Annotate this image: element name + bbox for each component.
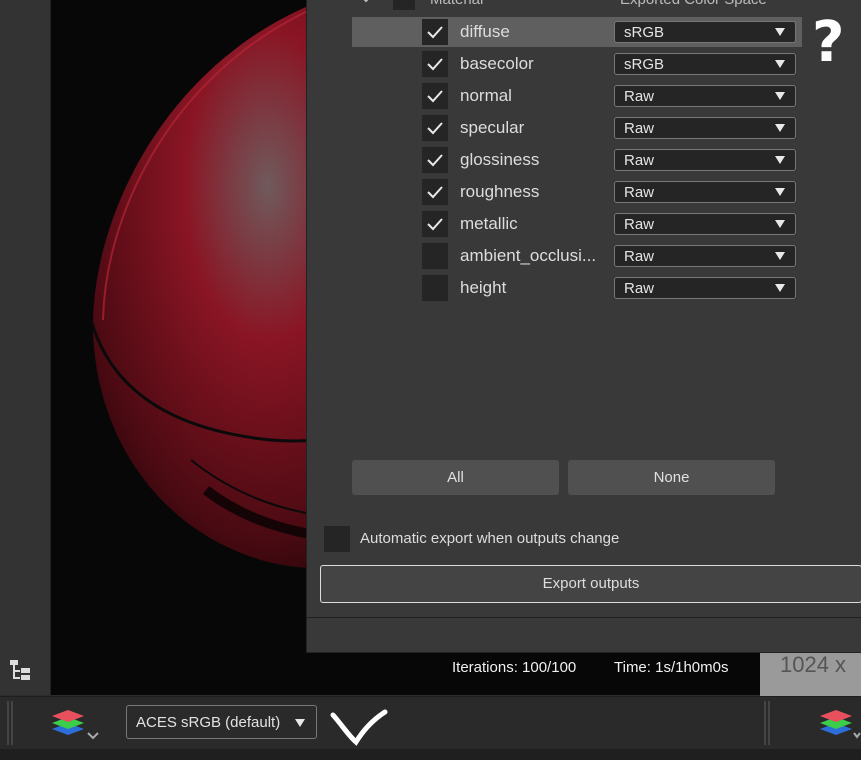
material-row[interactable]: basecolor sRGB	[352, 49, 802, 79]
checkmark-annotation	[330, 709, 388, 746]
color-space-dropdown-value: Raw	[624, 280, 655, 297]
color-space-dropdown[interactable]: sRGB	[614, 21, 796, 43]
color-space-dropdown-value: sRGB	[624, 56, 665, 73]
color-space-dropdown[interactable]: Raw	[614, 213, 796, 235]
output-label: metallic	[460, 214, 518, 233]
color-space-dropdown-value: sRGB	[624, 24, 665, 41]
check-icon	[427, 90, 443, 103]
output-checkbox[interactable]	[422, 83, 448, 109]
color-space-dropdown-value: Raw	[624, 152, 655, 169]
bottom-toolbar: ACES sRGB (default)	[0, 696, 861, 749]
color-space-dropdown-value: Raw	[624, 216, 655, 233]
color-space-dropdown-value: Raw	[624, 120, 655, 137]
output-checkbox[interactable]	[422, 51, 448, 77]
chevron-down-icon	[775, 284, 785, 292]
chevron-down-icon	[295, 719, 305, 727]
color-space-dropdown[interactable]: Raw	[614, 85, 796, 107]
material-row[interactable]: glossiness Raw	[352, 145, 802, 175]
layers-icon-right[interactable]	[816, 705, 861, 743]
color-space-dropdown[interactable]: Raw	[614, 245, 796, 267]
output-checkbox[interactable]	[422, 147, 448, 173]
check-icon	[427, 218, 443, 231]
color-space-dropdown[interactable]: Raw	[614, 117, 796, 139]
resolution-panel: 1024 x	[760, 650, 861, 696]
dialog-divider	[307, 617, 861, 618]
output-checkbox[interactable]	[422, 115, 448, 141]
chevron-down-icon	[775, 28, 785, 36]
material-checkbox[interactable]	[393, 0, 415, 10]
check-icon	[427, 58, 443, 71]
chevron-down-icon	[775, 92, 785, 100]
chevron-down-icon	[775, 156, 785, 164]
output-label: glossiness	[460, 150, 540, 169]
output-label: roughness	[460, 182, 540, 201]
chevron-down-icon	[775, 252, 785, 260]
output-checkbox[interactable]	[422, 179, 448, 205]
color-space-select[interactable]: ACES sRGB (default)	[126, 705, 317, 739]
material-row[interactable]: specular Raw	[352, 113, 802, 143]
chevron-down-icon	[775, 220, 785, 228]
material-row[interactable]: metallic Raw	[352, 209, 802, 239]
output-label: ambient_occlusi...	[460, 246, 597, 265]
material-row[interactable]: normal Raw	[352, 81, 802, 111]
color-space-dropdown-value: Raw	[624, 88, 655, 105]
color-space-dropdown-value: Raw	[624, 184, 655, 201]
chevron-down-icon	[775, 188, 785, 196]
export-outputs-button[interactable]: Export outputs	[320, 565, 861, 603]
select-none-button[interactable]: None	[568, 460, 775, 495]
output-label: basecolor	[460, 54, 534, 73]
check-icon	[427, 186, 443, 199]
color-space-dropdown[interactable]: Raw	[614, 277, 796, 299]
color-space-dropdown[interactable]: Raw	[614, 149, 796, 171]
material-row[interactable]: roughness Raw	[352, 177, 802, 207]
output-checkbox[interactable]	[422, 243, 448, 269]
check-icon	[427, 26, 443, 39]
check-icon	[427, 122, 443, 135]
material-row[interactable]: diffuse sRGB	[352, 17, 802, 47]
left-sidebar	[0, 0, 51, 695]
material-row[interactable]: height Raw	[352, 273, 802, 303]
auto-export-checkbox[interactable]	[324, 526, 350, 552]
auto-export-label: Automatic export when outputs change	[360, 530, 620, 547]
toolbar-grip-right[interactable]	[764, 701, 772, 745]
question-mark-annotation: ?	[812, 10, 845, 75]
select-all-button[interactable]: All	[352, 460, 559, 495]
output-label: specular	[460, 118, 525, 137]
color-space-value: ACES sRGB (default)	[136, 714, 281, 731]
export-outputs-dialog: Material Exported Color Space diffuse sRG…	[306, 0, 861, 653]
scene-tree-icon[interactable]	[8, 658, 32, 684]
check-icon	[427, 154, 443, 167]
resolution-label: 1024 x	[780, 652, 847, 677]
chevron-down-icon	[775, 124, 785, 132]
status-bar	[0, 749, 861, 760]
layers-icon[interactable]	[48, 705, 104, 743]
color-space-column-header: Exported Color Space	[620, 0, 767, 8]
material-column-header: Material	[430, 0, 483, 8]
material-row[interactable]: ambient_occlusi... Raw	[352, 241, 802, 271]
output-label: height	[460, 278, 507, 297]
time-status: Time: 1s/1h0m0s	[614, 659, 729, 676]
output-checkbox[interactable]	[422, 275, 448, 301]
color-space-dropdown-value: Raw	[624, 248, 655, 265]
output-label: normal	[460, 86, 512, 105]
chevron-down-icon	[775, 60, 785, 68]
toolbar-grip[interactable]	[7, 701, 15, 745]
collapse-chevron-icon[interactable]	[359, 0, 373, 4]
output-checkbox[interactable]	[422, 211, 448, 237]
output-label: diffuse	[460, 22, 510, 41]
color-space-dropdown[interactable]: Raw	[614, 181, 796, 203]
iterations-status: Iterations: 100/100	[452, 659, 577, 676]
output-checkbox[interactable]	[422, 19, 448, 45]
color-space-dropdown[interactable]: sRGB	[614, 53, 796, 75]
